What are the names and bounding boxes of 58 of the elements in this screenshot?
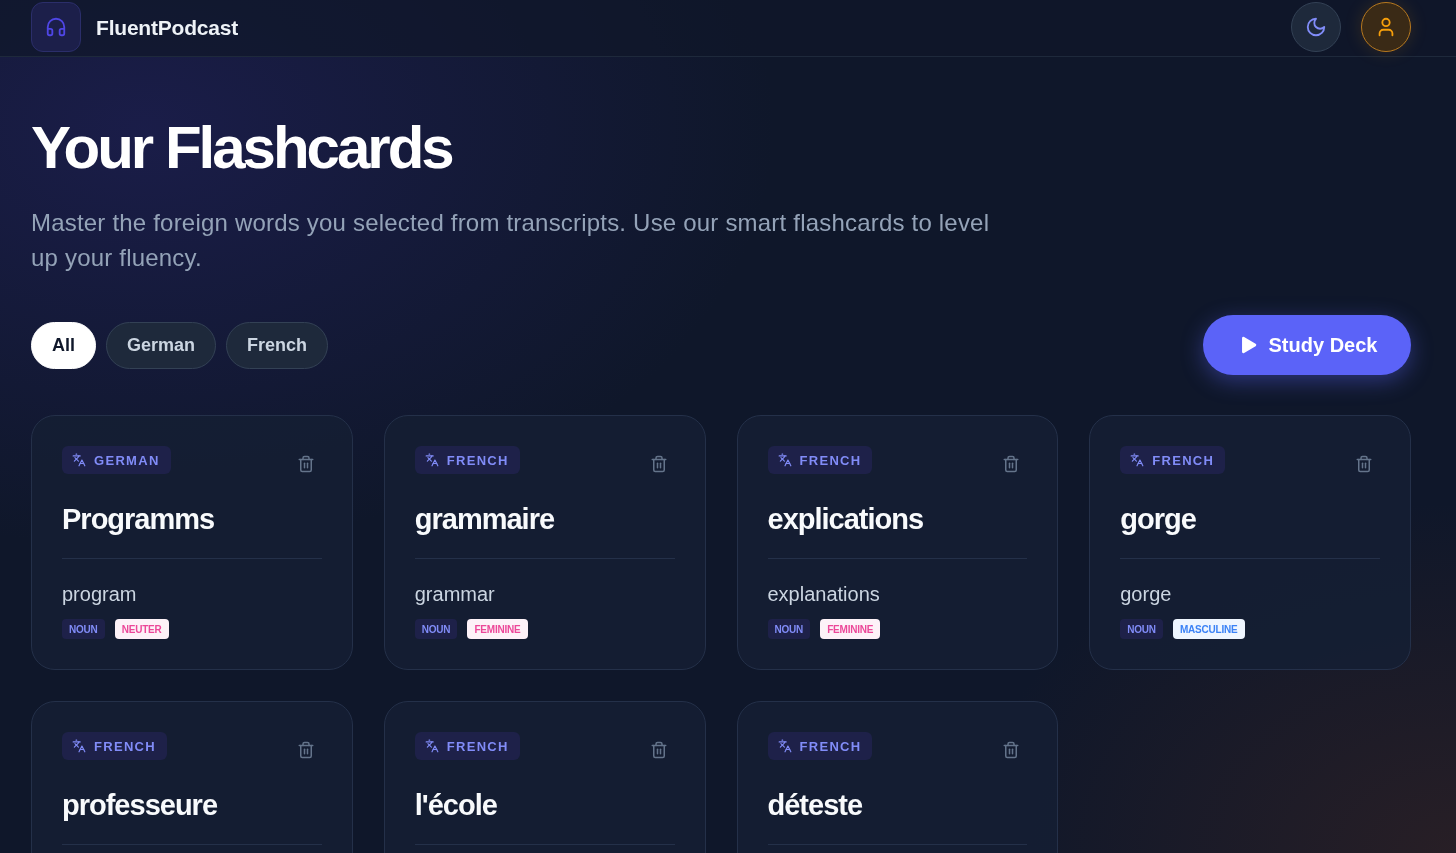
filter-tab[interactable]: French [226,321,329,369]
language-label: GERMAN [94,452,160,468]
translation-text: explanations [767,582,881,607]
delete-button[interactable] [649,455,668,473]
translation-text: program [62,582,138,607]
word-tag: FEMININE [820,619,881,639]
study-deck-button[interactable]: Study Deck [1203,315,1411,375]
delete-button[interactable] [649,741,668,759]
filter-tab[interactable]: All [31,321,96,369]
translation-text: grammar [414,582,496,607]
word-tag: MASCULINE [1172,619,1245,639]
language-label: FRENCH [799,452,862,468]
trash-icon [1355,455,1373,473]
word-tag: NEUTER [114,619,169,639]
trash-icon [1002,741,1021,759]
language-label: FRENCH [446,738,509,754]
filter-tab[interactable]: German [106,321,217,369]
trash-icon [296,455,315,473]
translate-icon [777,453,792,467]
theme-toggle-button[interactable] [1291,2,1341,52]
foreign-word: explications [767,502,925,537]
word-tag: NOUN [414,619,458,639]
delete-button[interactable] [296,741,315,759]
trash-icon [649,455,668,473]
trash-icon [296,741,315,759]
trash-icon [1002,455,1021,473]
delete-button[interactable] [1355,455,1373,473]
translate-icon [72,453,86,467]
translate-icon [424,453,439,467]
headphones-icon [31,2,81,52]
word-tag: FEMININE [467,619,528,639]
translate-icon [777,739,792,753]
foreign-word: professeure [62,788,218,823]
language-label: FRENCH [1152,452,1215,468]
translate-icon [424,739,439,753]
word-tag: NOUN [767,619,811,639]
translate-icon [72,739,86,753]
foreign-word: l'école [414,788,498,823]
delete-button[interactable] [1002,741,1021,759]
moon-icon [1305,16,1327,38]
delete-button[interactable] [296,455,315,473]
foreign-word: gorge [1120,502,1197,537]
foreign-word: déteste [767,788,864,823]
delete-button[interactable] [1002,455,1021,473]
translate-icon [1130,453,1145,467]
foreign-word: grammaire [414,502,556,537]
trash-icon [649,741,668,759]
foreign-word: Programms [62,502,216,537]
page-title: Your Flashcards [31,113,453,183]
word-tag: NOUN [62,619,105,639]
translation-text: gorge [1120,582,1173,607]
profile-button[interactable] [1361,2,1411,52]
page-subtitle: Master the foreign words you selected from transcripts. Use our smart flashcards to level up your fluency. [31,208,991,273]
app-title: FluentPodcast [96,16,239,40]
language-label: FRENCH [94,738,156,754]
word-tag: NOUN [1120,619,1163,639]
language-label: FRENCH [446,452,509,468]
language-label: FRENCH [799,738,862,754]
